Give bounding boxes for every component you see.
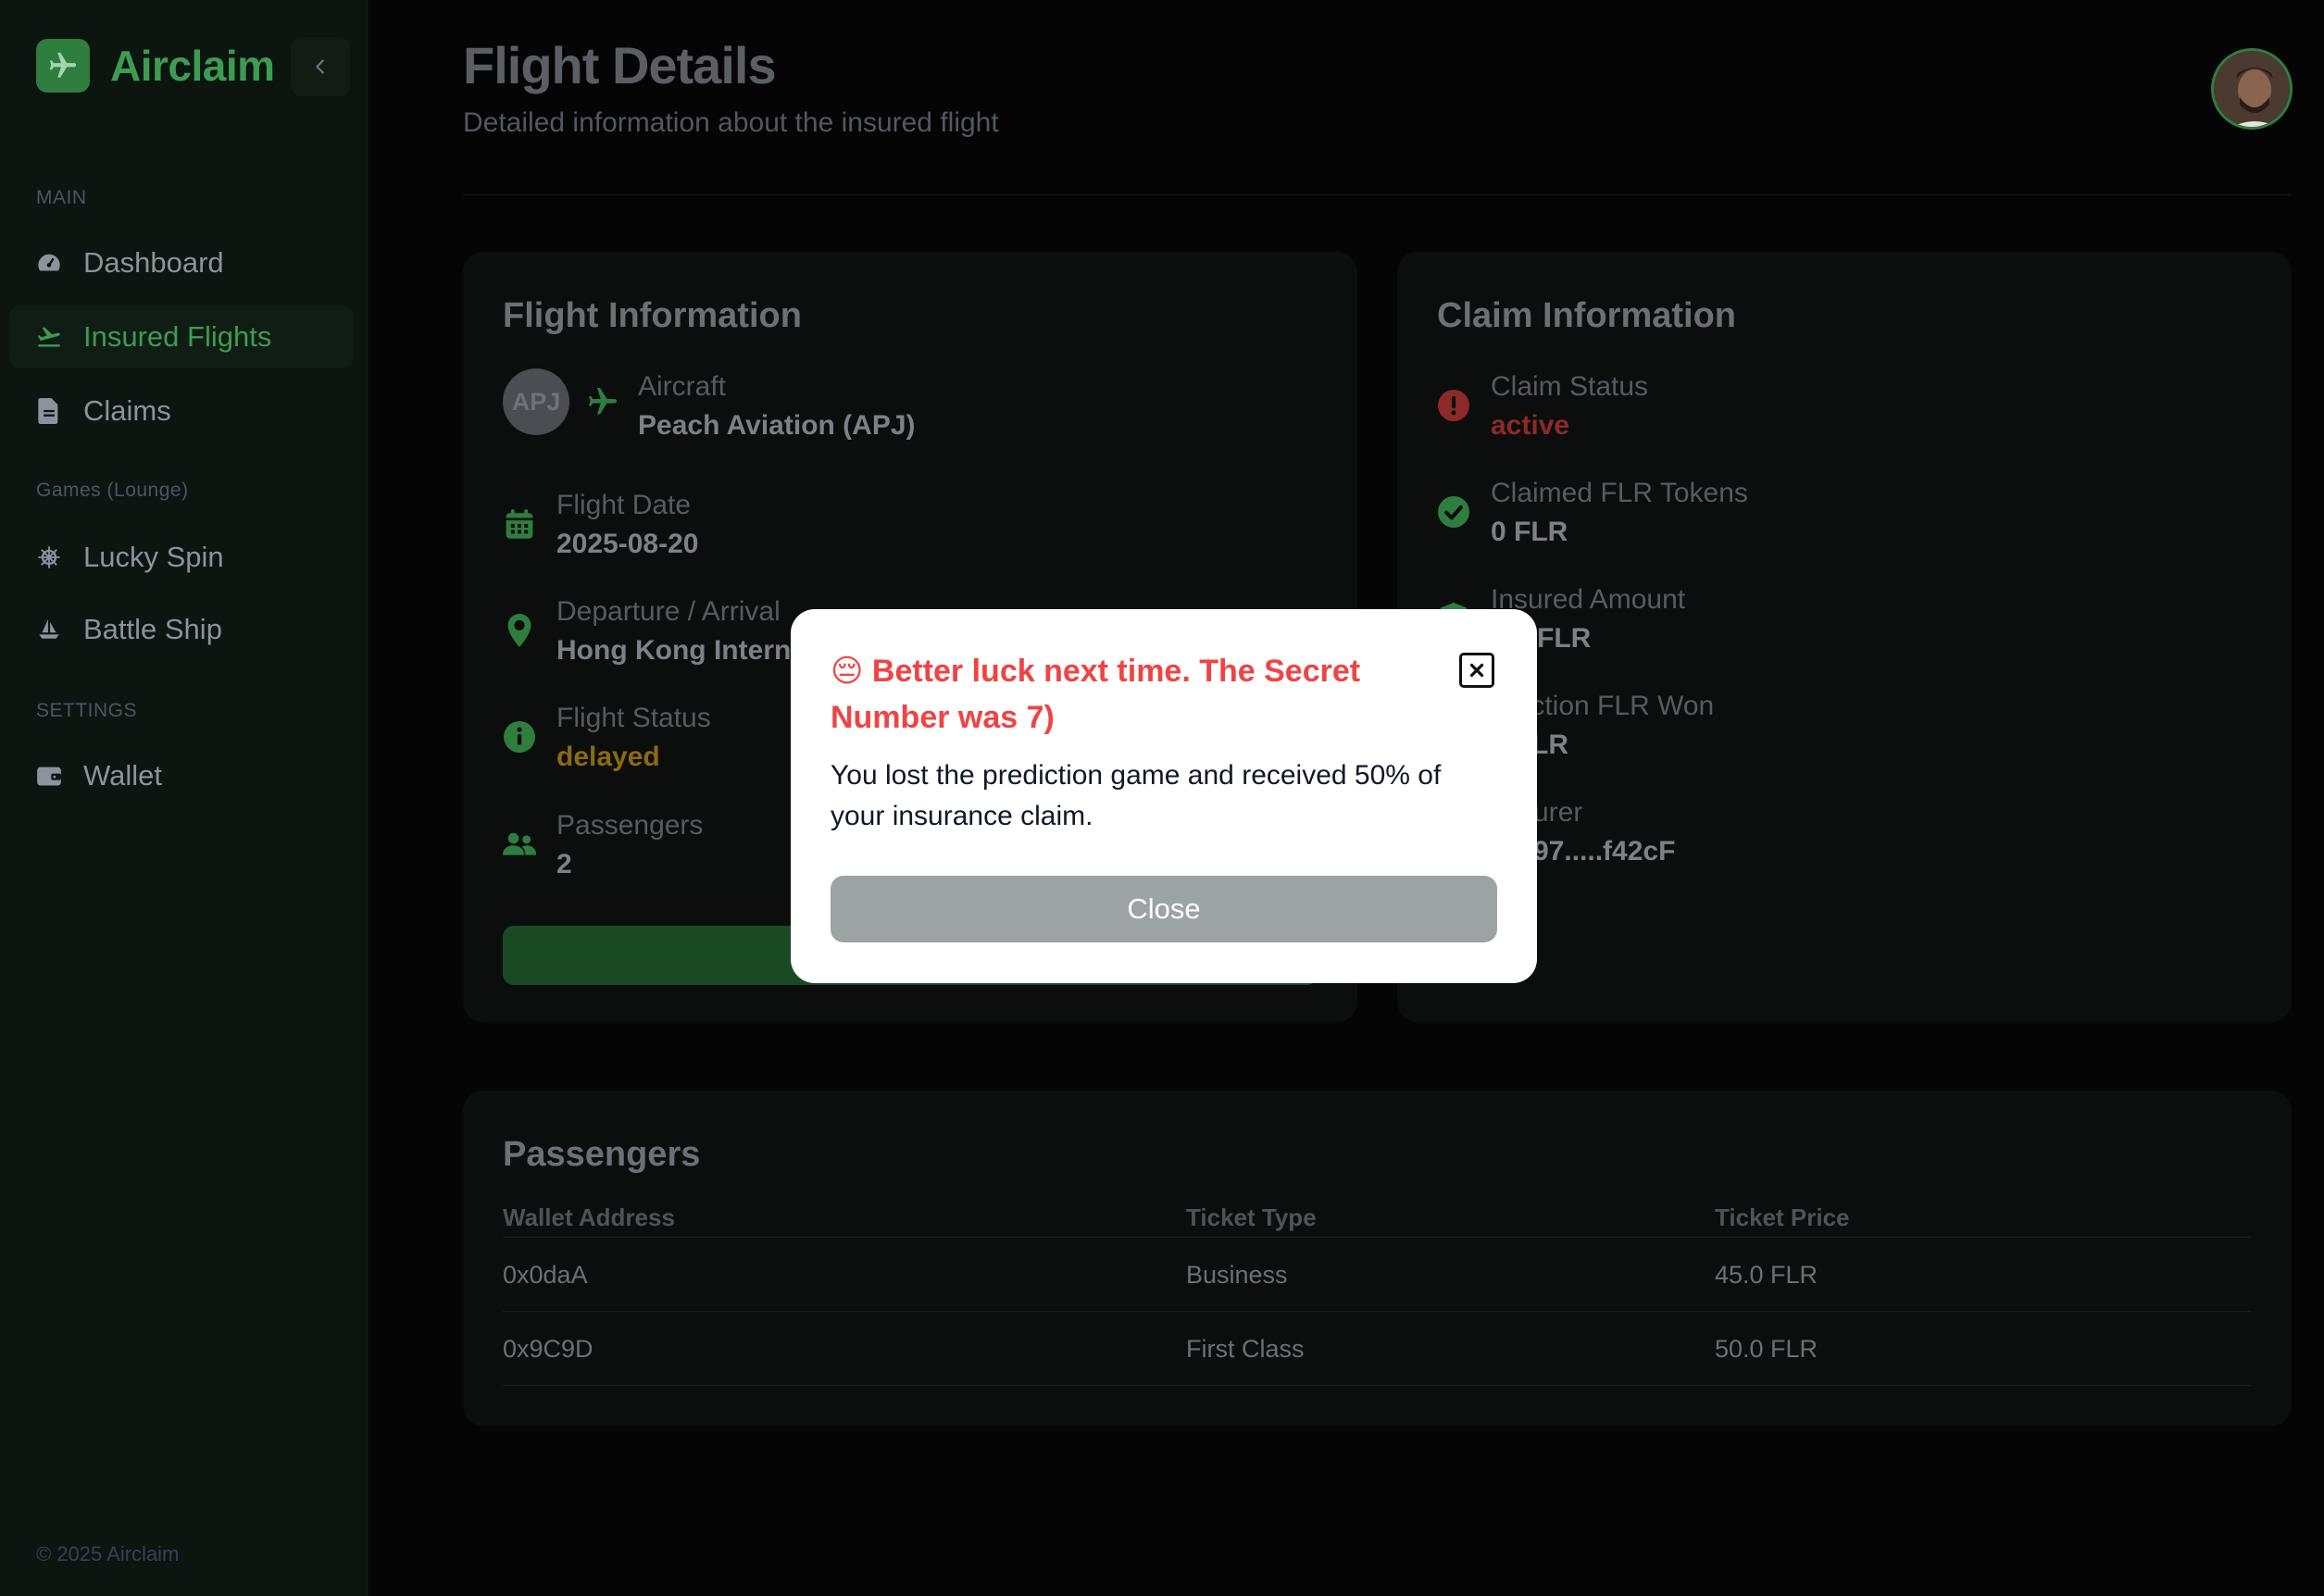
modal-title-text: Better luck next time. The Secret Number…	[831, 654, 1361, 735]
close-icon[interactable]	[1459, 653, 1494, 688]
modal-title: 😔 Better luck next time. The Secret Numb…	[831, 648, 1405, 741]
close-button[interactable]: Close	[831, 876, 1497, 942]
result-modal: 😔 Better luck next time. The Secret Numb…	[791, 609, 1537, 983]
sad-face-emoji: 😔	[831, 654, 864, 689]
modal-message: You lost the prediction game and receive…	[831, 760, 1442, 831]
